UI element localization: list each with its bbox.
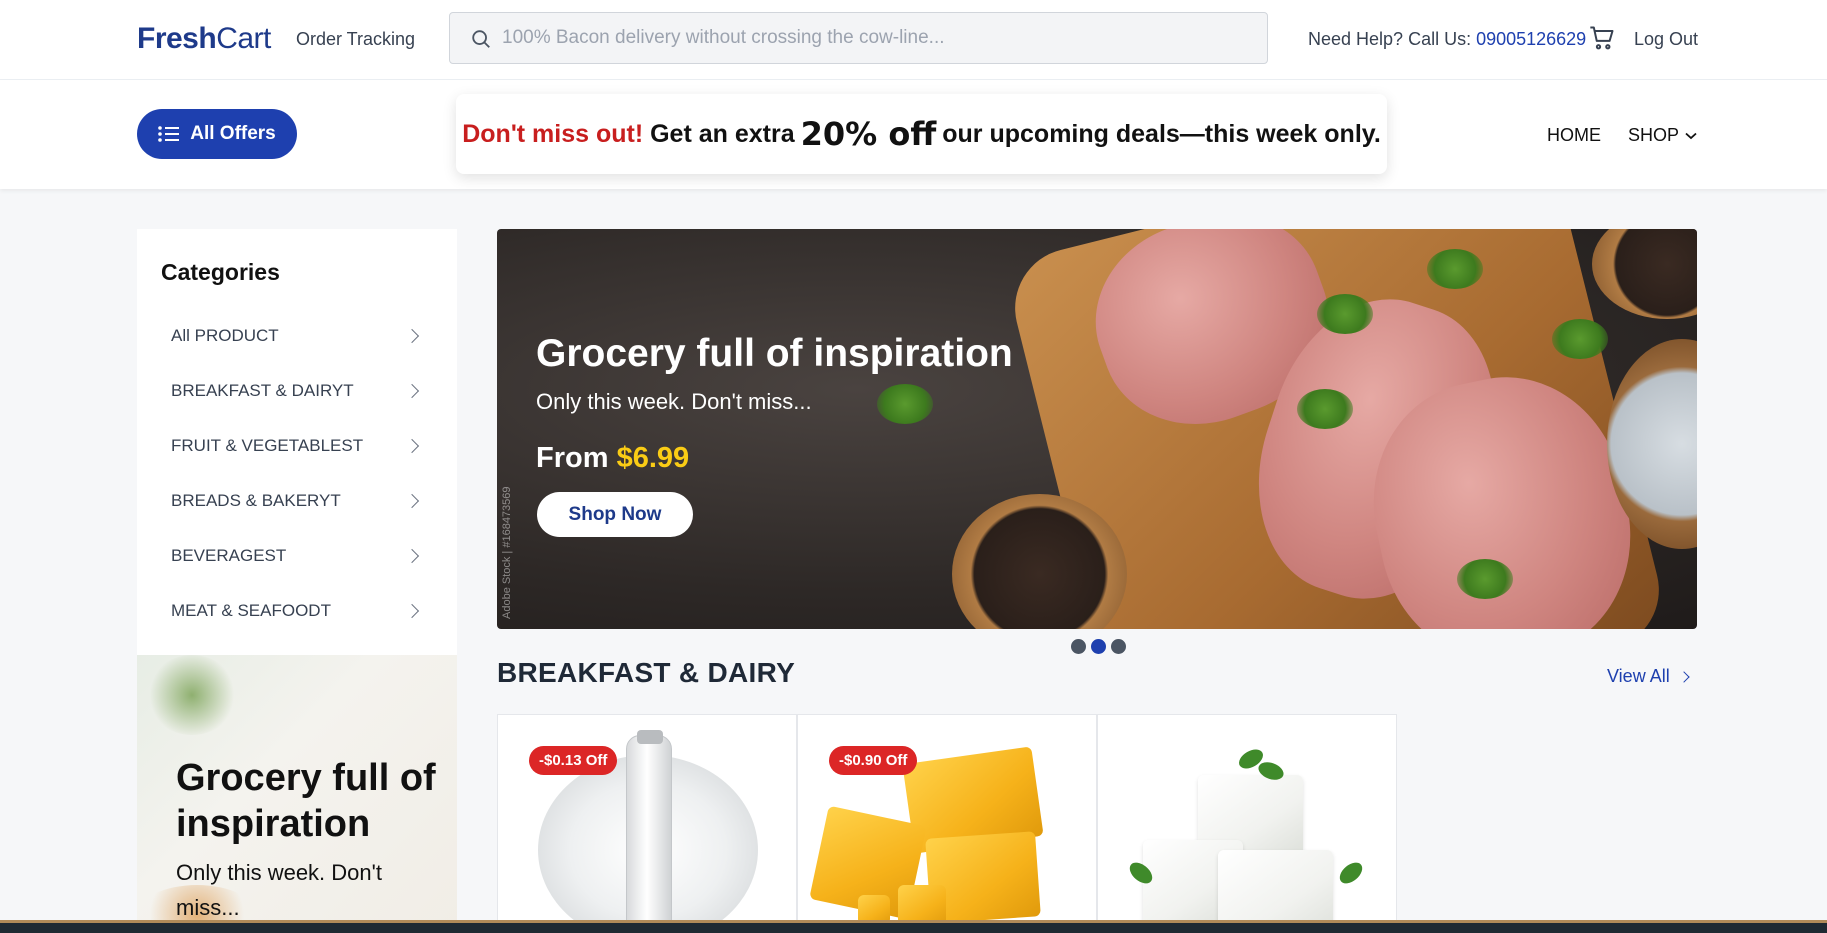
- product-grid: -$0.13 Off -$0.90 Off: [497, 714, 1397, 933]
- hero-title: Grocery full of inspiration: [536, 332, 1013, 375]
- side-promo-title: Grocery full of inspiration: [176, 757, 436, 845]
- herb-image: [1552, 319, 1608, 359]
- order-tracking-link[interactable]: Order Tracking: [296, 29, 415, 50]
- chevron-right-icon: [1678, 670, 1690, 683]
- category-item-breakfast-dairy[interactable]: BREAKFAST & DAIRYT: [137, 363, 457, 418]
- product-card[interactable]: [1097, 714, 1397, 933]
- all-offers-label: All Offers: [190, 123, 276, 144]
- discount-badge: -$0.90 Off: [829, 746, 918, 775]
- logo[interactable]: FreshCart: [137, 22, 271, 56]
- promo-text-1: Get an extra: [650, 119, 795, 148]
- help-text: Need Help? Call Us: 09005126629: [1308, 29, 1586, 50]
- promo-banner: Don't miss out! Get an extra 20% off our…: [456, 94, 1387, 174]
- side-promo-banner[interactable]: Grocery full of inspiration Only this we…: [137, 655, 457, 933]
- herb-image: [1427, 249, 1483, 289]
- search-icon: [472, 30, 490, 48]
- category-item-meat-seafood[interactable]: MEAT & SEAFOODT: [137, 583, 457, 638]
- slider-dot[interactable]: [1071, 639, 1086, 654]
- promo-text-2: our upcoming deals—this week only.: [942, 119, 1381, 148]
- category-item-beverages[interactable]: BEVERAGEST: [137, 528, 457, 583]
- category-label: BREAKFAST & DAIRYT: [171, 380, 354, 400]
- categories-list: All PRODUCT BREAKFAST & DAIRYT FRUIT & V…: [137, 308, 457, 638]
- nav-shop[interactable]: SHOP: [1628, 125, 1697, 146]
- category-label: BREADS & BAKERYT: [171, 490, 341, 510]
- categories-title: Categories: [161, 259, 280, 285]
- chevron-right-icon: [404, 548, 420, 563]
- hero-from-label: From: [536, 442, 609, 474]
- view-all-link[interactable]: View All: [1607, 666, 1690, 687]
- nav-shop-label: SHOP: [1628, 125, 1680, 145]
- herb-image: [147, 655, 237, 735]
- promo-discount: 20% off: [800, 115, 937, 153]
- herb-image: [1297, 389, 1353, 429]
- nav-bar: All Offers Don't miss out! Get an extra …: [0, 80, 1827, 189]
- slider-dots: [1071, 639, 1126, 654]
- herb-image: [877, 384, 933, 424]
- search-bar[interactable]: [449, 12, 1268, 64]
- category-item-all-product[interactable]: All PRODUCT: [137, 308, 457, 363]
- promo-highlight: Don't miss out!: [462, 119, 644, 148]
- herb-image: [1457, 559, 1513, 599]
- cart-icon[interactable]: [1588, 24, 1616, 52]
- milk-bottle-image: [626, 730, 672, 932]
- slider-dot[interactable]: [1111, 639, 1126, 654]
- discount-badge: -$0.13 Off: [529, 746, 618, 775]
- nav-home[interactable]: HOME: [1547, 125, 1601, 146]
- chevron-down-icon: [1685, 132, 1697, 139]
- product-card[interactable]: -$0.90 Off: [797, 714, 1097, 933]
- os-taskbar: [0, 920, 1827, 933]
- product-card[interactable]: -$0.13 Off: [497, 714, 797, 933]
- categories-panel: Categories All PRODUCT BREAKFAST & DAIRY…: [137, 229, 457, 655]
- hero-slider: Adobe Stock | #168473569 Grocery full of…: [497, 229, 1697, 629]
- all-offers-button[interactable]: All Offers: [137, 109, 297, 159]
- hero-subtitle: Only this week. Don't miss...: [536, 389, 812, 414]
- category-label: FRUIT & VEGETABLEST: [171, 435, 364, 455]
- watermark: Adobe Stock | #168473569: [501, 486, 513, 619]
- herb-image: [1317, 294, 1373, 334]
- view-all-label: View All: [1607, 666, 1670, 686]
- shop-now-button[interactable]: Shop Now: [537, 492, 693, 537]
- section-title: BREAKFAST & DAIRY: [497, 657, 796, 688]
- list-icon: [158, 126, 180, 142]
- chevron-right-icon: [404, 493, 420, 508]
- category-item-fruit-vegetables[interactable]: FRUIT & VEGETABLEST: [137, 418, 457, 473]
- category-label: MEAT & SEAFOODT: [171, 600, 331, 620]
- chevron-right-icon: [404, 383, 420, 398]
- help-phone[interactable]: 09005126629: [1476, 29, 1586, 49]
- top-header: FreshCart Order Tracking Need Help? Call…: [0, 0, 1827, 80]
- logo-light: Cart: [216, 22, 271, 55]
- search-input[interactable]: [502, 13, 1242, 63]
- hero-price-value: $6.99: [616, 442, 690, 474]
- slider-dot-active[interactable]: [1091, 639, 1106, 654]
- chevron-right-icon: [404, 438, 420, 453]
- hero-price: From $6.99: [536, 442, 689, 475]
- category-item-breads-bakery[interactable]: BREADS & BAKERYT: [137, 473, 457, 528]
- help-label: Need Help? Call Us:: [1308, 29, 1477, 49]
- category-label: All PRODUCT: [171, 325, 279, 345]
- chevron-right-icon: [404, 603, 420, 618]
- category-label: BEVERAGEST: [171, 545, 287, 565]
- leaf-image: [1335, 858, 1367, 888]
- chevron-right-icon: [404, 328, 420, 343]
- logout-link[interactable]: Log Out: [1634, 29, 1698, 50]
- logo-bold: Fresh: [137, 22, 217, 55]
- pepper-bowl-image: [1592, 229, 1697, 319]
- side-promo-subtitle: Only this week. Don't miss...: [176, 860, 382, 920]
